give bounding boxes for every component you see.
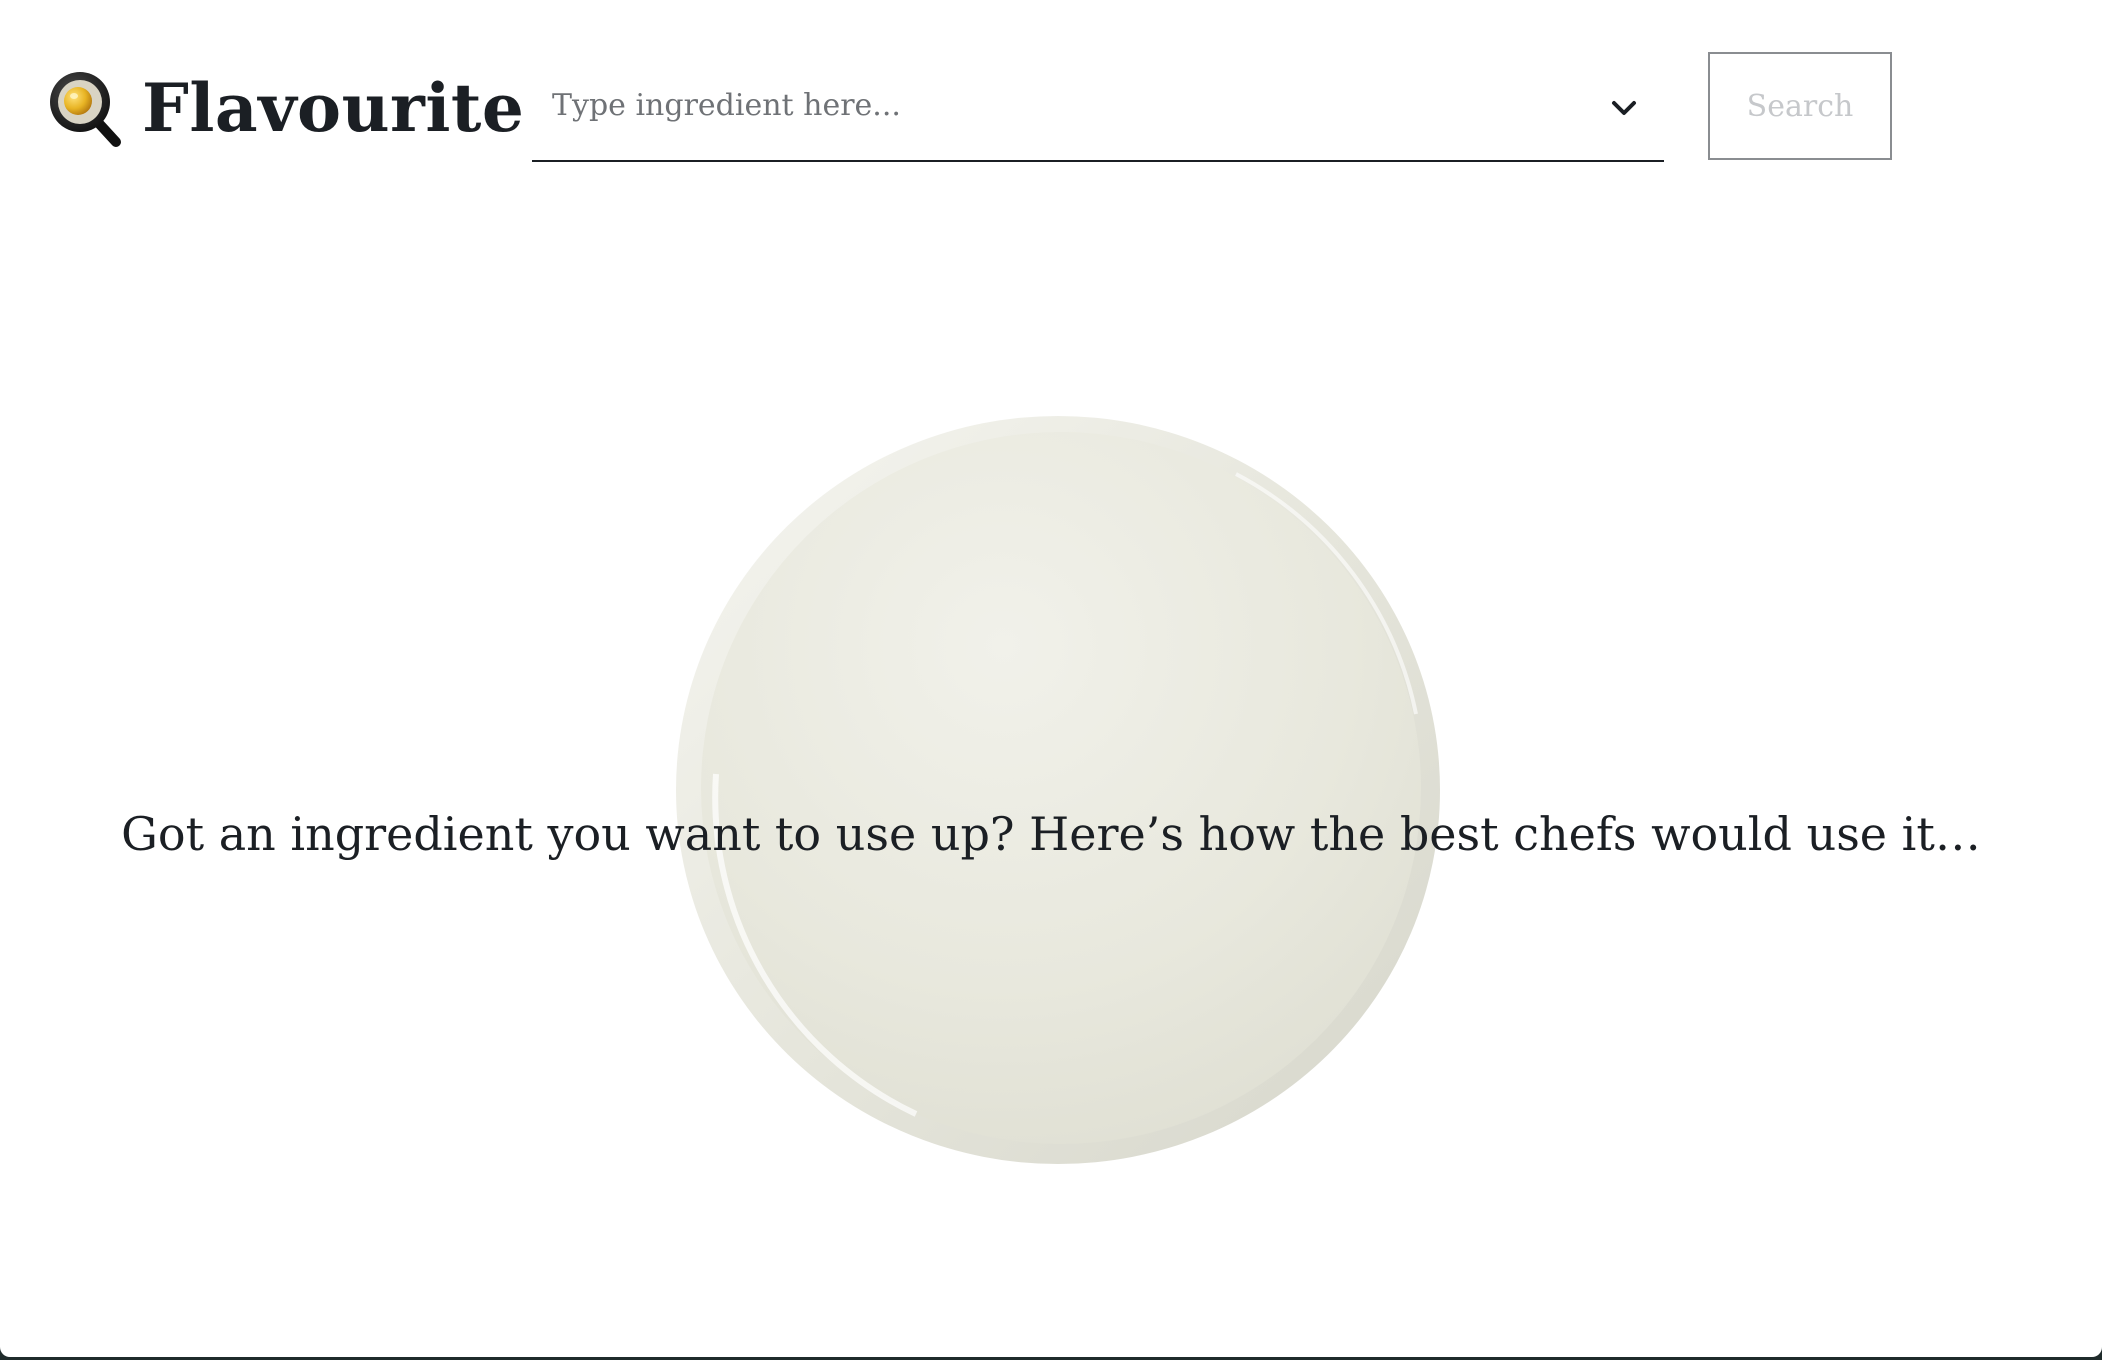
frying-pan-egg-icon (48, 68, 122, 148)
page: Flavourite Search (0, 0, 2102, 1357)
app-title: Flavourite (142, 69, 525, 147)
ingredient-search-input[interactable] (552, 80, 1552, 130)
hero-section: Got an ingredient you want to use up? He… (0, 200, 2102, 1357)
search-button[interactable]: Search (1708, 52, 1892, 160)
app-header: Flavourite Search (0, 0, 2102, 200)
logo[interactable]: Flavourite (48, 68, 524, 148)
ingredient-search-field[interactable] (532, 60, 1664, 162)
empty-plate-image (676, 414, 1440, 1164)
hero-tagline: Got an ingredient you want to use up? He… (121, 807, 1981, 861)
chevron-down-icon[interactable] (1604, 88, 1644, 128)
